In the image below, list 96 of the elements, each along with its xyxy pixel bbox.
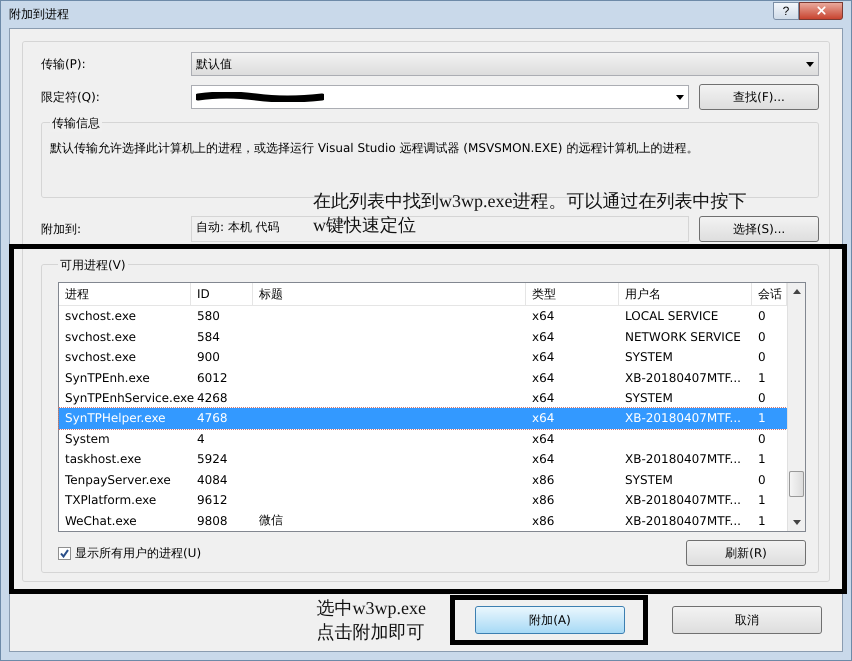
process-row[interactable]: TXPlatform.exe 9612 x86 XB-20180407MTF... 1: [59, 490, 787, 511]
column-header[interactable]: 用户名: [619, 283, 752, 306]
table-cell-text: 0: [757, 472, 767, 487]
table-cell-text: 1: [757, 452, 767, 466]
table-cell-text: 1: [757, 411, 767, 426]
dropdown-caret-icon[interactable]: [806, 62, 814, 66]
table-cell-text: LOCAL SERVICE: [624, 309, 720, 324]
table-cell-text: SYSTEM: [624, 472, 674, 487]
process-row[interactable]: System 4 x64 0: [59, 428, 787, 450]
table-cell-text: XB-20180407MTF...: [624, 452, 742, 466]
table-cell-text: System: [64, 432, 111, 446]
field-label: 传输(P):: [41, 56, 87, 72]
column-header[interactable]: 进程: [59, 283, 191, 306]
scroll-bar[interactable]: [787, 283, 805, 531]
table-cell-text: x64: [531, 309, 556, 324]
table-cell-text: 0: [757, 432, 767, 446]
table-cell-text: TXPlatform.exe: [64, 493, 158, 508]
table-cell-text: x64: [531, 432, 556, 446]
table-cell-text: 微信: [258, 512, 284, 530]
table-cell-text: svchost.exe: [64, 330, 137, 344]
close-button[interactable]: [799, 2, 843, 20]
process-row[interactable]: SynTPEnhService.exe 4268 x64 SYSTEM 0: [59, 388, 787, 408]
process-row[interactable]: TenpayServer.exe 4084 x86 SYSTEM 0: [59, 470, 787, 490]
table-cell-text: 5924: [196, 452, 229, 466]
info-text: 默认传输允许选择此计算机上的进程，或选择运行 Visual Studio 远程调试器 (MSVSMON.EXE) 的远程计算机上的进程。: [50, 140, 700, 157]
field-label: 附加到:: [41, 220, 82, 238]
select-button[interactable]: 选择(S)...: [699, 216, 819, 242]
table-cell-text: SynTPEnhService.exe: [64, 391, 191, 406]
find-button[interactable]: 查找(F)...: [699, 84, 819, 110]
table-cell-text: 0: [757, 330, 767, 344]
table-cell-text: 9808: [196, 514, 229, 528]
column-header[interactable]: ID: [191, 283, 253, 306]
table-cell-text: 1: [757, 514, 767, 528]
transport-dropdown[interactable]: 默认值: [191, 52, 819, 76]
table-cell-text: SYSTEM: [624, 391, 674, 406]
table-cell-text: x64: [531, 370, 556, 385]
table-cell-text: XB-20180407MTF...: [624, 514, 742, 528]
table-cell-text: SynTPEnh.exe: [64, 370, 151, 385]
table-cell-text: TenpayServer.exe: [64, 472, 172, 487]
process-row[interactable]: taskhost.exe 5924 x64 XB-20180407MTF... 1: [59, 449, 787, 470]
table-cell-text: SYSTEM: [624, 350, 674, 364]
process-row[interactable]: svchost.exe 580 x64 LOCAL SERVICE 0: [59, 306, 787, 326]
table-cell-text: svchost.exe: [64, 309, 137, 324]
annotation-text: 选中w3wp.exe: [316, 597, 426, 620]
table-cell-text: 4: [196, 432, 206, 446]
table-cell-text: x86: [531, 493, 556, 508]
table-cell-text: 584: [196, 330, 221, 344]
table-cell-text: x86: [531, 472, 556, 487]
close-icon: [814, 4, 828, 17]
table-cell-text: 1: [757, 370, 767, 385]
help-button[interactable]: ?: [773, 2, 799, 20]
table-cell-text: x64: [531, 452, 556, 466]
table-cell-text: XB-20180407MTF...: [624, 370, 742, 385]
table-cell-text: WeChat.exe: [64, 514, 138, 528]
table-cell-text: 580: [196, 309, 221, 324]
column-header[interactable]: 类型: [526, 283, 619, 306]
field-label: 限定符(Q):: [41, 88, 101, 106]
table-cell-text: XB-20180407MTF...: [624, 493, 742, 508]
table-cell-text: NETWORK SERVICE: [624, 330, 742, 344]
checkbox[interactable]: [58, 546, 71, 560]
cancel-button[interactable]: 取消: [672, 606, 822, 634]
column-header[interactable]: 标题: [253, 283, 526, 306]
table-cell-text: svchost.exe: [64, 350, 137, 364]
qualifier-field[interactable]: [191, 85, 689, 109]
attach-button[interactable]: 附加(A): [475, 606, 625, 634]
process-row[interactable]: svchost.exe 584 x64 NETWORK SERVICE 0: [59, 326, 787, 347]
table-cell-text: x64: [531, 411, 556, 426]
process-row[interactable]: svchost.exe 900 x64 SYSTEM 0: [59, 346, 787, 368]
table-cell-text: XB-20180407MTF...: [624, 411, 742, 426]
table-cell-text: 0: [757, 391, 767, 406]
table-cell-text: x86: [531, 514, 556, 528]
table-cell-text: taskhost.exe: [64, 452, 142, 466]
table-cell-text: 900: [196, 350, 221, 364]
process-row[interactable]: WeChat.exe 9808 微信 x86 XB-20180407MTF... 1: [59, 510, 787, 531]
table-cell-text: 1: [757, 493, 767, 508]
group-title: 可用进程(V): [58, 257, 128, 274]
annotation-text: 点击附加即可: [316, 621, 425, 644]
window-title: 附加到进程: [9, 6, 70, 23]
table-cell-text: x64: [531, 350, 556, 364]
table-cell-text: 6012: [196, 370, 229, 385]
annotation-text: w键快速定位: [313, 214, 416, 237]
process-row[interactable]: SynTPEnh.exe 6012 x64 XB-20180407MTF... 1: [59, 367, 787, 388]
annotation-text: 在此列表中找到w3wp.exe进程。可以通过在列表中按下: [313, 190, 746, 213]
table-cell-text: 4084: [196, 472, 229, 487]
table-cell-text: 0: [757, 350, 767, 364]
table-cell-text: SynTPHelper.exe: [64, 411, 167, 426]
group-title: 传输信息: [50, 115, 102, 132]
refresh-button[interactable]: 刷新(R): [686, 540, 806, 566]
table-cell-text: x64: [531, 330, 556, 344]
table-cell-text: 9612: [196, 493, 229, 508]
table-cell-text: 4768: [196, 411, 229, 426]
table-cell-text: x64: [531, 391, 556, 406]
checkbox-label: 显示所有用户的进程(U): [75, 544, 202, 562]
dropdown-caret-icon[interactable]: [676, 94, 684, 100]
table-cell-text: 0: [757, 309, 767, 324]
table-cell-text: 4268: [196, 391, 229, 406]
